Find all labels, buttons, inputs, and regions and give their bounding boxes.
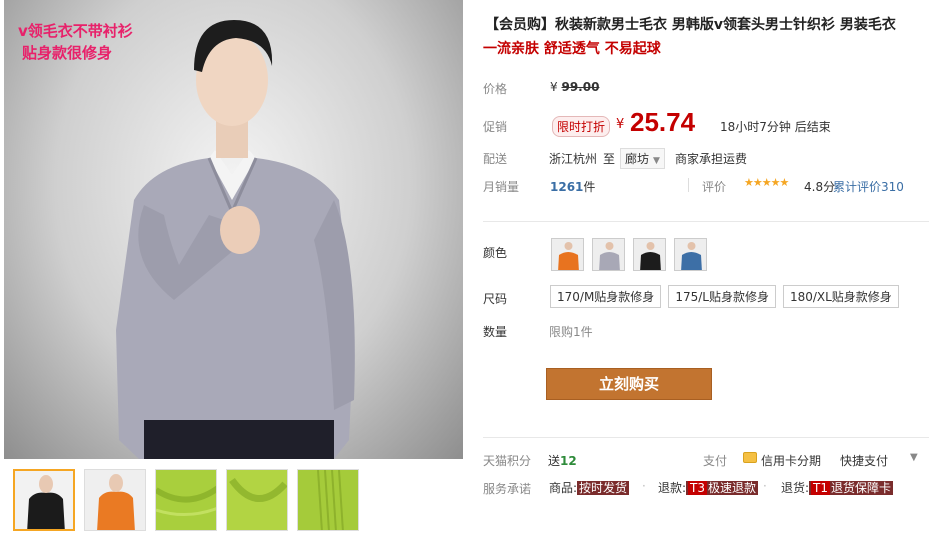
divider (688, 178, 689, 192)
service-tag-code: T1 (811, 481, 831, 495)
thumbnail-green-fabric-neck[interactable] (226, 469, 288, 531)
thumbnail-orange-sweater[interactable] (84, 469, 146, 531)
chevron-down-icon[interactable]: ▼ (910, 452, 918, 463)
service-item-return-card[interactable]: 退货: T1 退货保障卡 (781, 479, 894, 496)
thumbnail-strip (4, 469, 463, 539)
divider (483, 221, 929, 222)
service-tag: T1 退货保障卡 (809, 481, 894, 495)
credit-card-icon (743, 452, 757, 463)
quantity-limit: 限购1件 (549, 325, 593, 339)
shipping-label: 配送 (483, 152, 508, 166)
promo-label: 促销 (483, 120, 508, 134)
buy-now-button[interactable]: 立刻购买 (546, 368, 712, 400)
service-tag-text: 极速退款 (708, 481, 757, 495)
service-item-fast-refund[interactable]: 退款: T3 极速退款 (658, 479, 759, 496)
service-tag: 按时发货 (577, 481, 630, 495)
product-title: 【会员购】秋装新款男士毛衣 男韩版v领套头男士针织衫 男装毛衣 (485, 17, 896, 33)
review-count-link[interactable]: 累计评价310 (833, 178, 904, 195)
model-illustration (116, 20, 355, 459)
thumbnail-green-fabric-cuff[interactable] (297, 469, 359, 531)
service-tag: T3 极速退款 (686, 481, 759, 495)
credit-card-installment[interactable]: 信用卡分期 (761, 452, 821, 469)
color-swatch-grey[interactable] (592, 238, 625, 271)
image-overlay-text-2: 贴身款很修身 (22, 44, 113, 62)
image-overlay-text-1: v领毛衣不带衬衫 (18, 22, 133, 40)
main-product-image[interactable]: v领毛衣不带衬衫 贴身款很修身 (4, 0, 463, 459)
service-item-prefix: 退款: (658, 481, 687, 495)
service-tag-code: T3 (688, 481, 708, 495)
rating-value: 4.8分 (804, 180, 836, 194)
original-price: ¥ 99.00 (550, 80, 599, 94)
points-give-word: 送 (548, 454, 561, 468)
color-swatch-black[interactable] (633, 238, 666, 271)
divider (483, 437, 929, 438)
points-label: 天猫积分 (483, 454, 532, 468)
price-label: 价格 (483, 82, 508, 96)
destination-value: 廊坊 (625, 152, 650, 166)
quantity-label: 数量 (483, 325, 508, 339)
chevron-down-icon: ▼ (653, 156, 660, 166)
original-price-value: 99.00 (561, 80, 600, 94)
points-number: 12 (560, 454, 577, 468)
thumbnail-green-fabric-collar[interactable] (155, 469, 217, 531)
rating-label: 评价 (702, 180, 727, 194)
sales-count-value: 1261 (550, 180, 584, 194)
service-tag-text: 退货保障卡 (831, 481, 892, 495)
separator-dot: · (642, 479, 646, 493)
color-swatches (551, 238, 707, 271)
shipping-origin: 浙江杭州 (549, 152, 598, 166)
quick-pay[interactable]: 快捷支付 (840, 452, 888, 469)
size-label: 尺码 (483, 292, 508, 306)
promo-currency: ¥ (616, 117, 625, 132)
thumbnail-black-sweater[interactable] (13, 469, 75, 531)
promo-badge: 限时打折 (552, 116, 611, 137)
color-swatch-orange[interactable] (551, 238, 584, 271)
shipping-fee: 商家承担运费 (675, 152, 748, 166)
service-item-prefix: 商品: (549, 481, 578, 495)
original-price-currency: ¥ (550, 80, 558, 94)
shipping-to-word: 至 (603, 152, 616, 166)
service-item-ship-on-time[interactable]: 商品: 按时发货 (549, 479, 630, 496)
size-option-175l[interactable]: 175/L贴身款修身 (668, 285, 776, 308)
service-item-prefix: 退货: (781, 481, 810, 495)
color-swatch-blue[interactable] (674, 238, 707, 271)
size-option-180xl[interactable]: 180/XL贴身款修身 (782, 285, 899, 308)
destination-select[interactable]: 廊坊 ▼ (620, 148, 665, 169)
product-subtitle: 一流亲肤 舒适透气 不易起球 (483, 41, 661, 57)
separator-dot: · (763, 479, 767, 493)
color-label: 颜色 (483, 246, 508, 260)
points-value: 送12 (548, 452, 577, 469)
sales-label: 月销量 (483, 180, 520, 194)
sales-count: 1261件 (550, 178, 595, 195)
sales-count-unit: 件 (583, 180, 596, 194)
service-label: 服务承诺 (483, 482, 532, 496)
promo-price: 25.74 (630, 107, 696, 137)
payment-label: 支付 (703, 454, 728, 468)
size-options: 170/M贴身款修身 175/L贴身款修身 180/XL贴身款修身 (550, 285, 899, 308)
star-rating-icon: ★★★★★ (744, 176, 789, 189)
promo-countdown: 18小时7分钟 后结束 (720, 120, 831, 134)
size-option-170m[interactable]: 170/M贴身款修身 (550, 285, 662, 308)
